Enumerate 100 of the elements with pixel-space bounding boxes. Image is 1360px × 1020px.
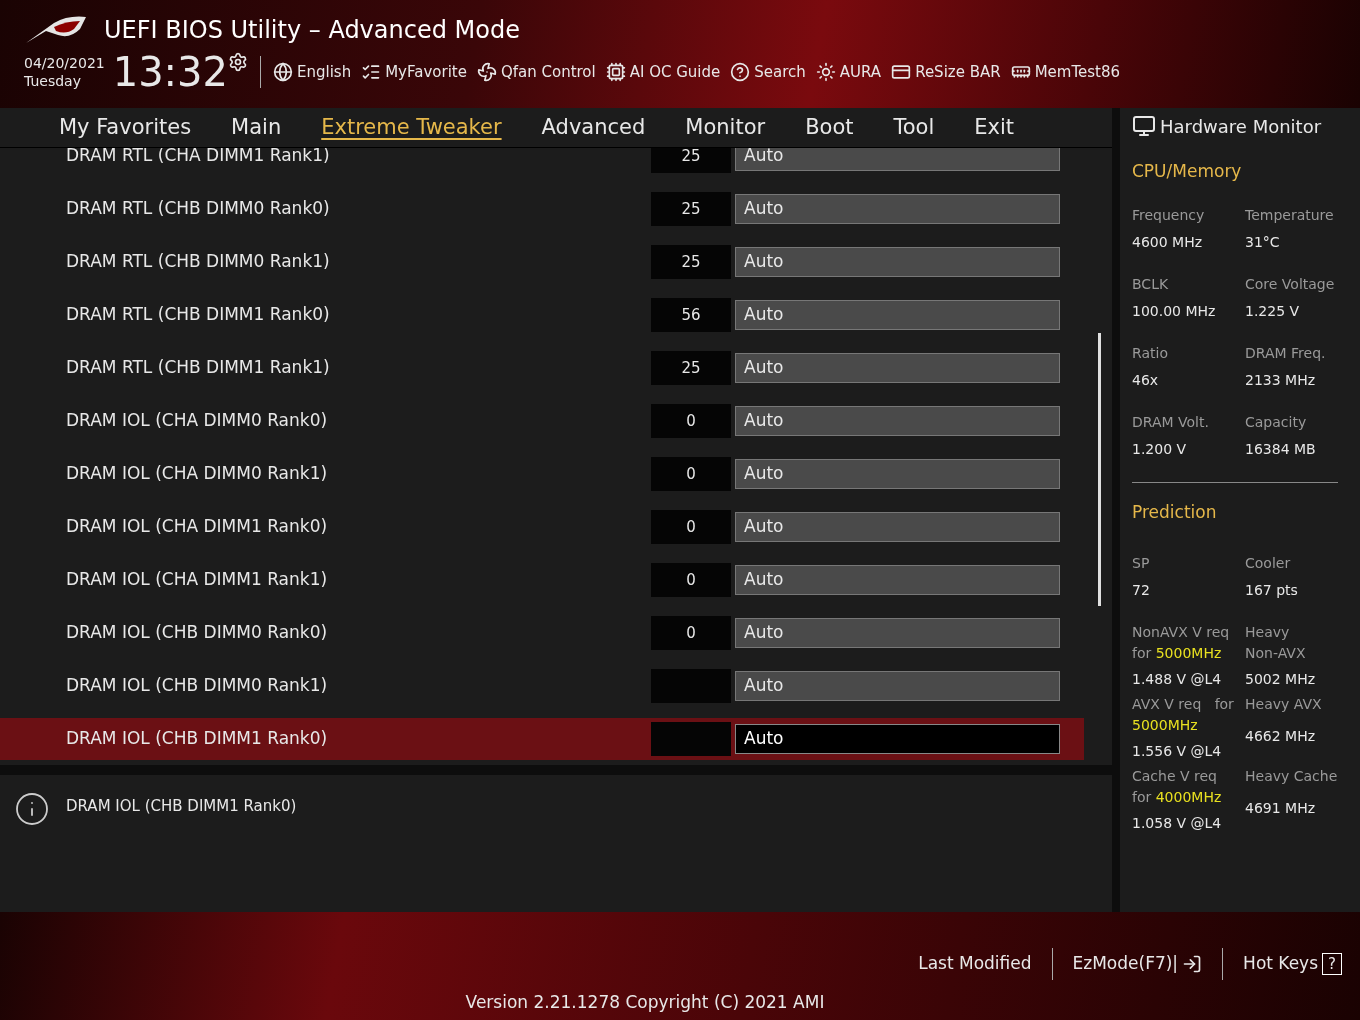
settings-icon[interactable] (228, 52, 248, 72)
fan-icon (476, 62, 497, 82)
menu-tab[interactable]: Tool (893, 111, 935, 144)
value-field[interactable]: Auto (735, 353, 1060, 383)
last-modified-button[interactable]: Last Modified (918, 951, 1032, 977)
list-icon (361, 62, 382, 82)
stat-label: Cache V req (1132, 767, 1218, 786)
stat-value: 167 pts (1245, 581, 1299, 600)
toolbar-button[interactable]: AURA (815, 60, 882, 84)
setting-row[interactable]: DRAM RTL (CHB DIMM0 Rank0) 25 Auto (0, 188, 1084, 230)
setting-row[interactable]: DRAM IOL (CHA DIMM1 Rank0) 0 Auto (0, 506, 1084, 548)
stat-label: Heavy AVX (1245, 695, 1323, 714)
help-text: DRAM IOL (CHB DIMM1 Rank0) (66, 796, 297, 817)
stat-label: 5000MHz (1132, 716, 1199, 735)
value-field[interactable]: Auto (735, 565, 1060, 595)
value-text: 0 (686, 622, 696, 644)
toolbar-button[interactable]: ReSize BAR (891, 60, 1001, 84)
setting-label: DRAM IOL (CHA DIMM1 Rank1) (65, 568, 329, 592)
setting-row[interactable]: DRAM IOL (CHB DIMM0 Rank0) 0 Auto (0, 612, 1084, 654)
value-field[interactable]: Auto (735, 724, 1060, 754)
ezmode-button[interactable]: EzMode(F7)| (1072, 951, 1203, 977)
value-text: 56 (681, 304, 701, 326)
setting-row[interactable]: DRAM IOL (CHB DIMM1 Rank0) Auto (0, 718, 1084, 760)
stat-value: 1.225 V (1245, 301, 1301, 321)
stat-value: 1.556 V @L4 (1132, 742, 1223, 761)
key-icon: ? (1322, 953, 1342, 975)
section-title: CPU/Memory (1132, 160, 1243, 183)
value-text: 25 (681, 148, 701, 167)
monitor-icon (1132, 114, 1156, 138)
setting-row[interactable]: DRAM IOL (CHA DIMM1 Rank1) 0 Auto (0, 559, 1084, 601)
value-field[interactable]: Auto (735, 512, 1060, 542)
value-field[interactable]: Auto (735, 300, 1060, 330)
stat-value: 46x (1132, 370, 1160, 390)
toolbar-button[interactable]: Qfan Control (476, 60, 596, 84)
setting-row[interactable]: DRAM IOL (CHA DIMM0 Rank1) 0 Auto (0, 453, 1084, 495)
setting-row[interactable]: DRAM RTL (CHA DIMM1 Rank1) 25 Auto (0, 148, 1084, 177)
value-text: 0 (686, 569, 696, 591)
setting-row[interactable]: DRAM IOL (CHB DIMM0 Rank1) Auto (0, 665, 1084, 707)
menu-tab[interactable]: Boot (805, 111, 854, 144)
info-icon (14, 791, 50, 827)
stat-label: for 5000MHz (1132, 644, 1223, 663)
stat-label: BCLK (1132, 274, 1170, 294)
light-icon (815, 62, 836, 82)
value-field[interactable]: Auto (735, 194, 1060, 224)
setting-row[interactable]: DRAM RTL (CHB DIMM1 Rank0) 56 Auto (0, 294, 1084, 336)
day-text: Tuesday (24, 72, 82, 90)
menu-tab[interactable]: Advanced (541, 111, 646, 144)
stat-value: 31°C (1245, 232, 1281, 252)
setting-label: DRAM IOL (CHA DIMM0 Rank1) (65, 462, 329, 486)
setting-row[interactable]: DRAM RTL (CHB DIMM0 Rank1) 25 Auto (0, 241, 1084, 283)
stat-value: 4662 MHz (1245, 727, 1317, 746)
stat-value: 5002 MHz (1245, 670, 1317, 689)
stat-label: SP (1132, 554, 1151, 573)
stat-label: Capacity (1245, 412, 1308, 432)
stat-label: Frequency (1132, 205, 1206, 225)
stat-value: 1.200 V (1132, 439, 1188, 459)
stat-label: AVX V req for (1132, 695, 1235, 714)
menu-tab[interactable]: Extreme Tweaker (321, 111, 502, 144)
toolbar-button[interactable]: AI OC Guide (605, 60, 721, 84)
toolbar-button[interactable]: Search (730, 60, 806, 84)
setting-label: DRAM RTL (CHA DIMM1 Rank1) (65, 148, 331, 168)
value-field[interactable]: Auto (735, 247, 1060, 277)
setting-label: DRAM IOL (CHB DIMM0 Rank1) (65, 674, 329, 698)
stat-label: Heavy (1245, 623, 1291, 642)
stat-label: Heavy Cache (1245, 767, 1339, 786)
toolbar-button[interactable]: MemTest86 (1010, 60, 1121, 84)
setting-label: DRAM IOL (CHB DIMM1 Rank0) (65, 727, 329, 751)
menu-tab[interactable]: Main (231, 111, 282, 144)
menu-tab[interactable]: Exit (974, 111, 1015, 144)
value-field[interactable]: Auto (735, 406, 1060, 436)
setting-label: DRAM IOL (CHA DIMM1 Rank0) (65, 515, 329, 539)
value-field[interactable]: Auto (735, 459, 1060, 489)
question-icon (730, 62, 751, 82)
setting-row[interactable]: DRAM RTL (CHB DIMM1 Rank1) 25 Auto (0, 347, 1084, 389)
value-field[interactable]: Auto (735, 148, 1060, 171)
value-text: 0 (686, 463, 696, 485)
value-field[interactable]: Auto (735, 671, 1060, 701)
stat-value: 4600 MHz (1132, 232, 1204, 252)
chip-icon (605, 62, 626, 82)
stat-value: 1.488 V @L4 (1132, 670, 1223, 689)
scrollbar[interactable] (1098, 333, 1101, 606)
toolbar-button[interactable]: English (273, 60, 352, 84)
stat-value: 16384 MB (1245, 439, 1317, 459)
stat-value: 4691 MHz (1245, 799, 1317, 818)
toolbar-button[interactable]: MyFavorite (361, 60, 467, 84)
section-title: Prediction (1132, 500, 1218, 524)
stat-label: Core Voltage (1245, 274, 1336, 294)
setting-row[interactable]: DRAM IOL (CHA DIMM0 Rank0) 0 Auto (0, 400, 1084, 442)
hot-keys-button[interactable]: Hot Keys ? (1243, 951, 1342, 977)
setting-label: DRAM IOL (CHA DIMM0 Rank0) (65, 409, 329, 433)
value-field[interactable]: Auto (735, 618, 1060, 648)
date-text: 04/20/2021 (24, 54, 105, 72)
setting-label: DRAM RTL (CHB DIMM0 Rank1) (65, 250, 331, 274)
window-title: UEFI BIOS Utility – Advanced Mode (104, 15, 520, 46)
menu-tab[interactable]: Monitor (685, 111, 766, 144)
stat-value: 72 (1132, 581, 1151, 600)
value-text: 0 (686, 410, 696, 432)
menu-tab[interactable]: My Favorites (59, 111, 192, 144)
stat-label: Temperature (1245, 205, 1335, 225)
stat-label: DRAM Volt. (1132, 412, 1210, 432)
